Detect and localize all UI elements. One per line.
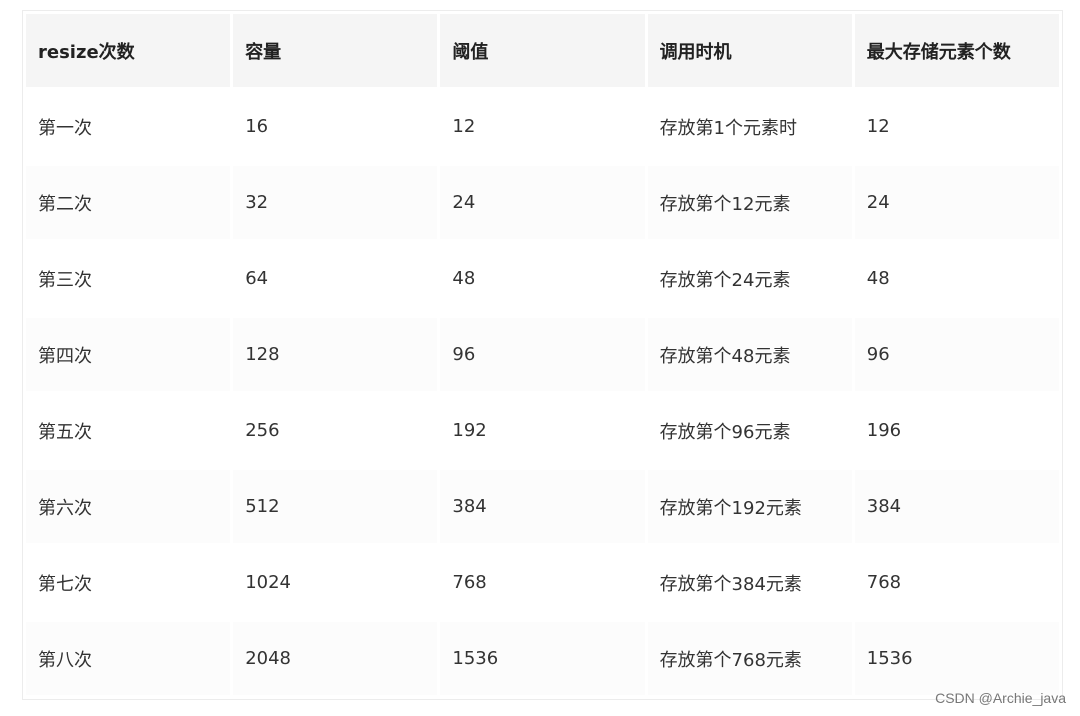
cell-call-timing: 存放第个384元素 [647,546,852,619]
cell-call-timing: 存放第个96元素 [647,394,852,467]
table-row: 第八次 2048 1536 存放第个768元素 1536 [26,622,1059,695]
cell-threshold: 768 [440,546,645,619]
header-threshold: 阈值 [440,14,645,87]
cell-capacity: 2048 [233,622,438,695]
table-row: 第六次 512 384 存放第个192元素 384 [26,470,1059,543]
header-resize-count: resize次数 [26,14,231,87]
resize-table-container: resize次数 容量 阈值 调用时机 最大存储元素个数 第一次 16 12 存… [22,10,1063,700]
cell-capacity: 1024 [233,546,438,619]
watermark-text: CSDN @Archie_java [935,690,1066,706]
table-row: 第四次 128 96 存放第个48元素 96 [26,318,1059,391]
cell-threshold: 192 [440,394,645,467]
cell-max-elements: 384 [854,470,1059,543]
cell-call-timing: 存放第个12元素 [647,166,852,239]
cell-resize-count: 第四次 [26,318,231,391]
cell-threshold: 12 [440,90,645,163]
header-call-timing: 调用时机 [647,14,852,87]
cell-capacity: 256 [233,394,438,467]
cell-capacity: 64 [233,242,438,315]
cell-max-elements: 768 [854,546,1059,619]
cell-resize-count: 第一次 [26,90,231,163]
cell-capacity: 32 [233,166,438,239]
table-body: 第一次 16 12 存放第1个元素时 12 第二次 32 24 存放第个12元素… [26,90,1059,695]
table-row: 第一次 16 12 存放第1个元素时 12 [26,90,1059,163]
resize-table: resize次数 容量 阈值 调用时机 最大存储元素个数 第一次 16 12 存… [23,11,1062,698]
cell-threshold: 24 [440,166,645,239]
cell-resize-count: 第三次 [26,242,231,315]
cell-capacity: 512 [233,470,438,543]
cell-call-timing: 存放第个192元素 [647,470,852,543]
cell-resize-count: 第八次 [26,622,231,695]
table-row: 第二次 32 24 存放第个12元素 24 [26,166,1059,239]
cell-call-timing: 存放第个768元素 [647,622,852,695]
cell-resize-count: 第五次 [26,394,231,467]
cell-max-elements: 196 [854,394,1059,467]
cell-threshold: 48 [440,242,645,315]
table-header: resize次数 容量 阈值 调用时机 最大存储元素个数 [26,14,1059,87]
cell-threshold: 1536 [440,622,645,695]
header-capacity: 容量 [233,14,438,87]
table-row: 第五次 256 192 存放第个96元素 196 [26,394,1059,467]
header-row: resize次数 容量 阈值 调用时机 最大存储元素个数 [26,14,1059,87]
cell-max-elements: 48 [854,242,1059,315]
cell-max-elements: 24 [854,166,1059,239]
cell-max-elements: 1536 [854,622,1059,695]
cell-max-elements: 12 [854,90,1059,163]
cell-call-timing: 存放第个48元素 [647,318,852,391]
table-row: 第七次 1024 768 存放第个384元素 768 [26,546,1059,619]
cell-threshold: 96 [440,318,645,391]
cell-resize-count: 第二次 [26,166,231,239]
cell-capacity: 128 [233,318,438,391]
cell-call-timing: 存放第个24元素 [647,242,852,315]
cell-threshold: 384 [440,470,645,543]
header-max-elements: 最大存储元素个数 [854,14,1059,87]
cell-resize-count: 第六次 [26,470,231,543]
cell-resize-count: 第七次 [26,546,231,619]
cell-max-elements: 96 [854,318,1059,391]
cell-capacity: 16 [233,90,438,163]
cell-call-timing: 存放第1个元素时 [647,90,852,163]
table-row: 第三次 64 48 存放第个24元素 48 [26,242,1059,315]
